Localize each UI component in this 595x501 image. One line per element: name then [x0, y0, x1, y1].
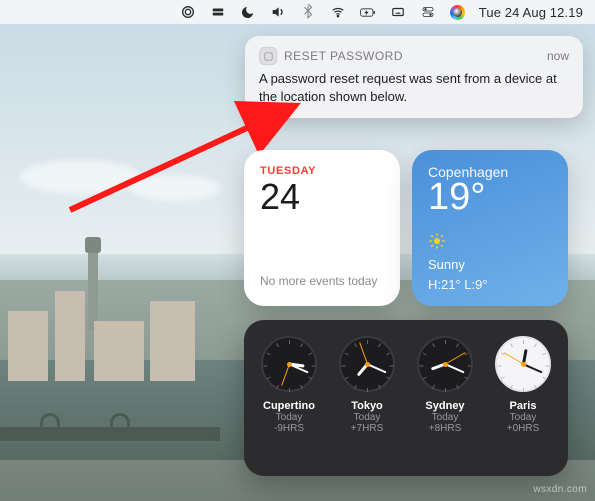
clock-item: Sydney Today +8HRS	[409, 336, 481, 434]
clock-offset: +0HRS	[507, 423, 540, 434]
calendar-day-number: 24	[260, 177, 384, 217]
weather-city: Copenhagen	[428, 164, 552, 180]
clock-face-icon	[495, 336, 551, 392]
creative-cloud-icon[interactable]	[180, 4, 196, 20]
weather-widget[interactable]: Copenhagen 19° Sunny H:21° L:9°	[412, 150, 568, 306]
clock-city: Tokyo	[351, 400, 383, 412]
control-center-icon[interactable]	[420, 4, 436, 20]
keyboard-input-icon[interactable]	[390, 4, 406, 20]
clock-face-icon	[417, 336, 473, 392]
volume-icon[interactable]	[270, 4, 286, 20]
notification-time: now	[547, 49, 569, 63]
clock-city: Cupertino	[263, 400, 315, 412]
world-clock-widget[interactable]: Cupertino Today -9HRS Tokyo Today +7HRS …	[244, 320, 568, 476]
clock-face-icon	[339, 336, 395, 392]
weather-hi-lo: H:21° L:9°	[428, 277, 488, 292]
calendar-events-label: No more events today	[260, 274, 377, 288]
clock-day: Today	[354, 412, 381, 423]
notification-body: A password reset request was sent from a…	[259, 70, 569, 105]
battery-icon[interactable]	[360, 4, 376, 20]
bluetooth-off-icon[interactable]	[300, 4, 316, 20]
weather-condition: Sunny	[428, 257, 465, 272]
do-not-disturb-icon[interactable]	[240, 4, 256, 20]
clock-offset: +7HRS	[351, 423, 384, 434]
clock-day: Today	[510, 412, 537, 423]
clock-day: Today	[432, 412, 459, 423]
watermark: wsxdn.com	[533, 484, 587, 495]
clock-offset: -9HRS	[274, 423, 304, 434]
clock-city: Paris	[510, 400, 537, 412]
calendar-widget[interactable]: TUESDAY 24 No more events today	[244, 150, 400, 306]
clock-offset: +8HRS	[429, 423, 462, 434]
clock-item: Paris Today +0HRS	[487, 336, 559, 434]
sun-icon	[428, 232, 446, 250]
wifi-icon[interactable]	[330, 4, 346, 20]
clock-face-icon	[261, 336, 317, 392]
notification-banner[interactable]: RESET PASSWORD now A password reset requ…	[245, 36, 583, 118]
clock-item: Tokyo Today +7HRS	[331, 336, 403, 434]
menubar: Tue 24 Aug 12.19	[0, 0, 595, 24]
weather-temperature: 19°	[428, 178, 552, 218]
disk-icon[interactable]	[210, 4, 226, 20]
menubar-datetime[interactable]: Tue 24 Aug 12.19	[479, 5, 583, 20]
siri-icon[interactable]	[450, 5, 465, 20]
clock-day: Today	[276, 412, 303, 423]
clock-city: Sydney	[425, 400, 464, 412]
notification-app-name: RESET PASSWORD	[284, 49, 540, 63]
clock-item: Cupertino Today -9HRS	[253, 336, 325, 434]
notification-app-icon	[259, 47, 277, 65]
